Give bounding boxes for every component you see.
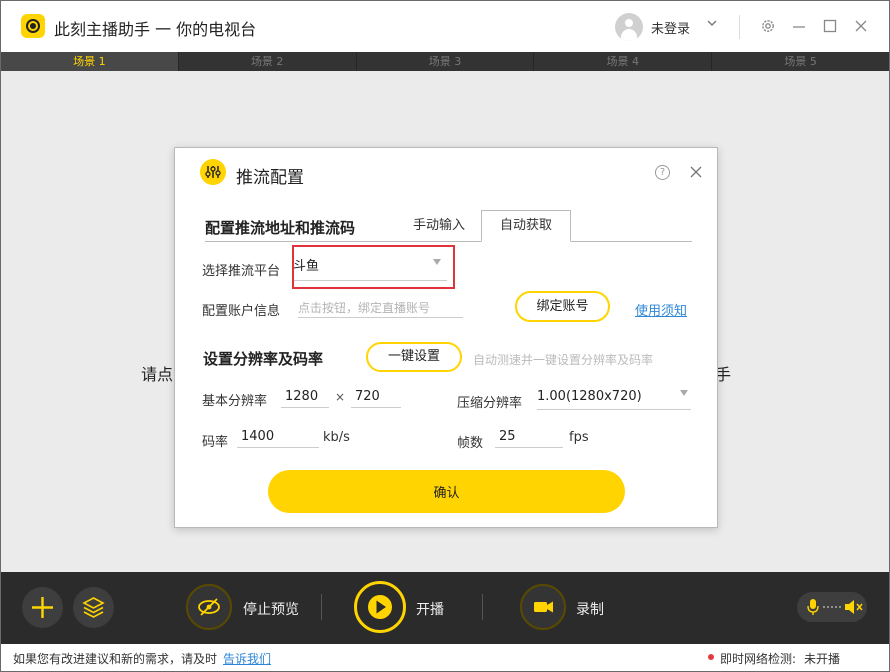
tab-scene-3[interactable]: 场景 3 bbox=[357, 52, 535, 71]
dropdown-arrow-icon[interactable] bbox=[680, 390, 688, 396]
sliders-icon bbox=[200, 159, 226, 185]
resolution-section-title: 设置分辨率及码率 bbox=[203, 350, 324, 368]
app-title: 此刻主播助手 一 你的电视台 bbox=[54, 20, 257, 39]
network-check-value: 未开播 bbox=[804, 652, 841, 666]
one-click-hint: 自动测速并一键设置分辨率及码率 bbox=[473, 353, 654, 367]
base-resolution-label: 基本分辨率 bbox=[202, 394, 268, 409]
layers-button[interactable] bbox=[73, 587, 114, 628]
stream-config-dialog: 推流配置 ? 配置推流地址和推流码 手动输入 自动获取 选择推流平台 斗鱼 配置… bbox=[174, 147, 718, 528]
feedback-text: 如果您有改进建议和新的需求，请及时 bbox=[13, 652, 218, 666]
plus-icon bbox=[32, 597, 53, 618]
chevron-down-icon[interactable] bbox=[705, 16, 719, 30]
compress-resolution-label: 压缩分辨率 bbox=[457, 396, 523, 411]
network-status-dot bbox=[708, 654, 714, 660]
toolbar-separator bbox=[482, 594, 483, 620]
usage-notice-link[interactable]: 使用须知 bbox=[635, 300, 687, 319]
eye-slash-icon bbox=[198, 598, 220, 616]
user-avatar-icon[interactable] bbox=[615, 13, 643, 41]
tab-scene-5[interactable]: 场景 5 bbox=[712, 52, 889, 71]
compress-resolution-select[interactable]: 1.00(1280x720) bbox=[537, 384, 691, 410]
fps-label: 帧数 bbox=[457, 436, 484, 451]
minimize-icon[interactable] bbox=[791, 18, 807, 34]
layers-icon bbox=[82, 597, 105, 618]
resolution-width-input[interactable] bbox=[281, 386, 329, 408]
go-live-button[interactable] bbox=[354, 581, 406, 633]
play-icon bbox=[368, 595, 392, 619]
login-status[interactable]: 未登录 bbox=[651, 18, 690, 37]
account-label: 配置账户信息 bbox=[202, 304, 281, 319]
bottom-toolbar: 停止预览 开播 录制 bbox=[1, 572, 889, 644]
tab-scene-2[interactable]: 场景 2 bbox=[179, 52, 357, 71]
stream-address-section-title: 配置推流地址和推流码 bbox=[205, 219, 356, 237]
go-live-label[interactable]: 开播 bbox=[416, 599, 444, 619]
gear-icon[interactable] bbox=[760, 18, 776, 34]
audio-control[interactable] bbox=[797, 592, 867, 622]
close-icon[interactable] bbox=[853, 18, 869, 34]
fps-input[interactable] bbox=[495, 426, 563, 448]
bitrate-unit: kb/s bbox=[323, 430, 350, 445]
resolution-times-sign: × bbox=[335, 390, 346, 404]
tab-auto-fetch[interactable]: 自动获取 bbox=[481, 210, 571, 242]
question-icon[interactable]: ? bbox=[655, 165, 670, 180]
bitrate-input[interactable] bbox=[237, 426, 319, 448]
tabs-underline bbox=[205, 241, 692, 242]
dialog-title: 推流配置 bbox=[236, 168, 304, 188]
status-bar: 如果您有改进建议和新的需求，请及时 告诉我们 即时网络检测: 未开播 bbox=[1, 644, 889, 671]
network-check-label: 即时网络检测: bbox=[720, 652, 797, 666]
record-button[interactable] bbox=[520, 584, 566, 630]
confirm-button[interactable]: 确认 bbox=[268, 470, 625, 513]
platform-label: 选择推流平台 bbox=[202, 264, 281, 279]
dropdown-arrow-icon[interactable] bbox=[433, 259, 441, 265]
scene-tabs: 场景 1 场景 2 场景 3 场景 4 场景 5 bbox=[1, 52, 889, 71]
record-label[interactable]: 录制 bbox=[576, 599, 604, 619]
canvas-hint-left: 请点 bbox=[141, 365, 174, 384]
platform-select[interactable]: 斗鱼 bbox=[293, 252, 447, 281]
maximize-icon[interactable] bbox=[822, 18, 838, 34]
account-input[interactable] bbox=[298, 298, 463, 318]
one-click-setup-button[interactable]: 一键设置 bbox=[366, 342, 462, 372]
add-source-button[interactable] bbox=[22, 587, 63, 628]
speaker-mute-icon[interactable] bbox=[841, 592, 865, 622]
camera-icon bbox=[534, 601, 553, 613]
app-logo-icon bbox=[21, 14, 45, 38]
bitrate-label: 码率 bbox=[202, 435, 229, 450]
toolbar-separator bbox=[321, 594, 322, 620]
tab-scene-4[interactable]: 场景 4 bbox=[534, 52, 713, 71]
stop-preview-button[interactable] bbox=[186, 584, 232, 630]
tab-scene-1[interactable]: 场景 1 bbox=[1, 52, 179, 71]
resolution-height-input[interactable] bbox=[351, 386, 401, 408]
feedback-link[interactable]: 告诉我们 bbox=[223, 650, 271, 667]
audio-link-dots bbox=[823, 606, 841, 608]
bind-account-button[interactable]: 绑定账号 bbox=[515, 291, 610, 322]
tab-manual-input[interactable]: 手动输入 bbox=[397, 210, 481, 241]
fps-unit: fps bbox=[569, 430, 589, 445]
title-bar: 此刻主播助手 一 你的电视台 未登录 bbox=[1, 1, 889, 52]
stop-preview-label[interactable]: 停止预览 bbox=[243, 599, 299, 619]
title-separator bbox=[739, 15, 740, 39]
app-window: 此刻主播助手 一 你的电视台 未登录 场景 1 场景 2 场景 3 场景 4 场… bbox=[0, 0, 890, 672]
close-icon[interactable] bbox=[689, 165, 703, 179]
